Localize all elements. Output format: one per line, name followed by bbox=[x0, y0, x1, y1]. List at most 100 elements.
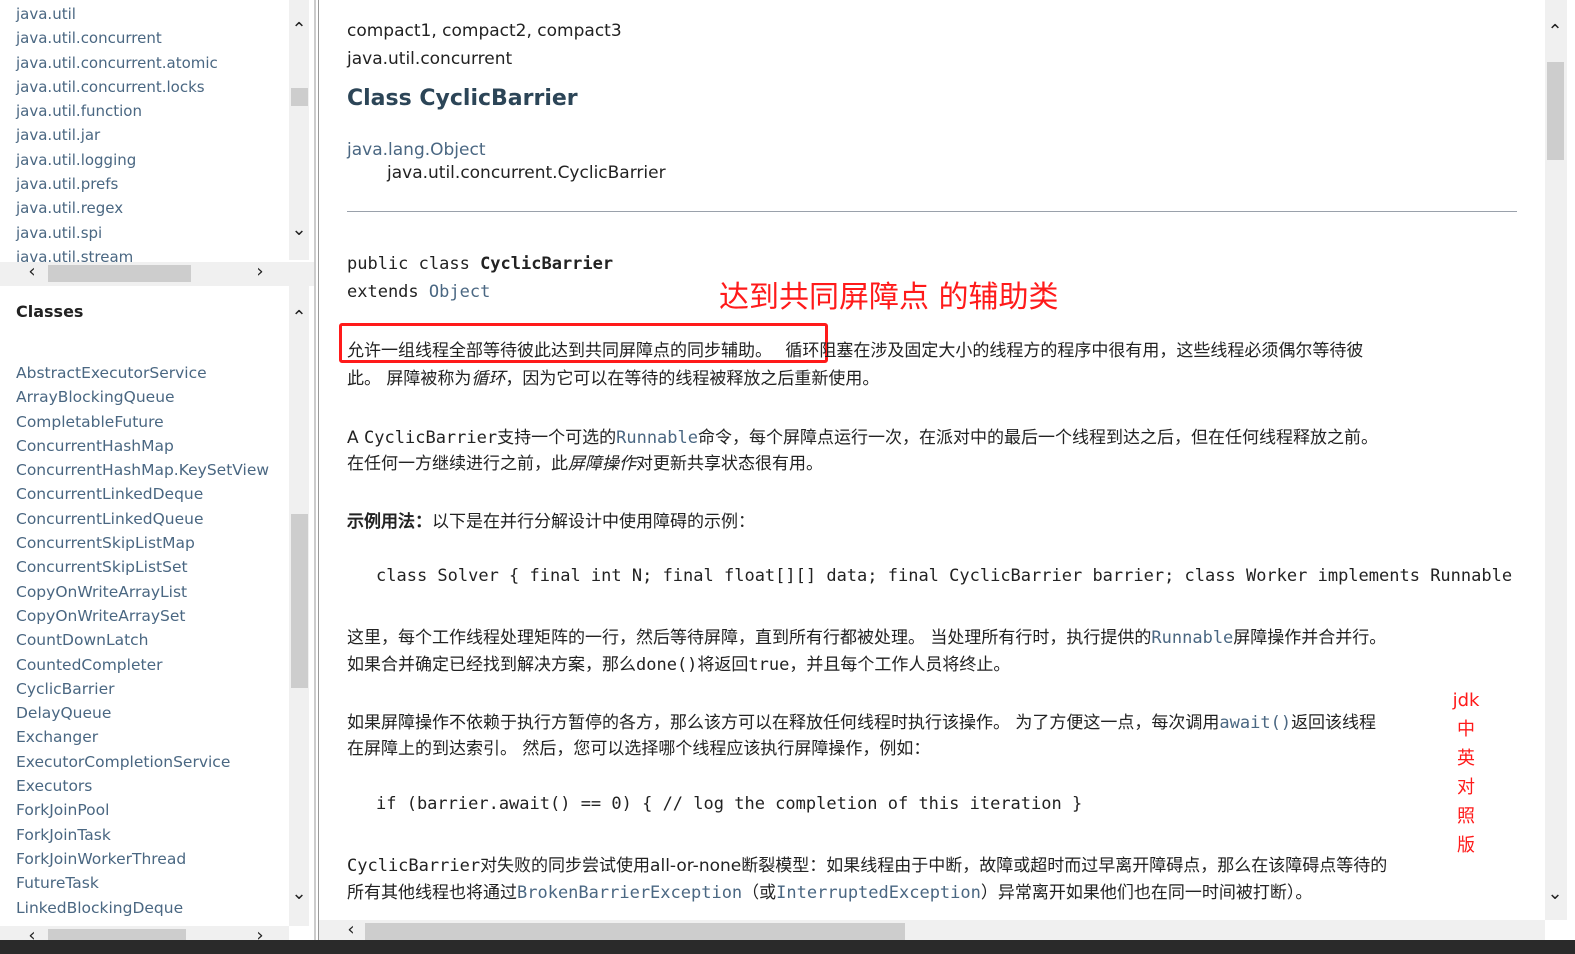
packages-vertical-scrollbar[interactable]: ⌃ ⌄ bbox=[289, 0, 309, 260]
class-signature: public class CyclicBarrier bbox=[347, 254, 613, 274]
side-label-char: 英 bbox=[1457, 748, 1475, 769]
package-link[interactable]: java.util bbox=[16, 2, 218, 26]
description-text: （或 bbox=[742, 883, 777, 903]
class-link[interactable]: ConcurrentSkipListMap bbox=[16, 531, 269, 555]
side-label-char: jdk bbox=[1452, 690, 1480, 711]
package-link[interactable]: java.util.stream bbox=[16, 245, 218, 262]
class-link[interactable]: ArrayBlockingQueue bbox=[16, 385, 269, 409]
runnable-link[interactable]: Runnable bbox=[616, 428, 698, 448]
class-link[interactable]: AbstractExecutorService bbox=[16, 361, 269, 385]
package-link[interactable]: java.util.regex bbox=[16, 196, 218, 220]
scrollbar-thumb[interactable] bbox=[291, 88, 308, 106]
runnable-link[interactable]: Runnable bbox=[1151, 628, 1233, 648]
class-link[interactable]: ConcurrentLinkedQueue bbox=[16, 507, 269, 531]
profiles-label: compact1, compact2, compact3 bbox=[347, 21, 622, 41]
side-label-char: 对 bbox=[1457, 777, 1475, 798]
scroll-left-icon[interactable]: ‹ bbox=[22, 262, 42, 282]
scrollbar-thumb[interactable] bbox=[291, 514, 308, 688]
package-link[interactable]: java.util.spi bbox=[16, 221, 218, 245]
signature-class-name: CyclicBarrier bbox=[480, 254, 614, 274]
description-text: 如果屏障操作不依赖于执行方暂停的各方，那么该方可以在释放任何线程时执行该操作。 … bbox=[347, 713, 1220, 733]
main-vertical-scrollbar[interactable]: ⌃ ⌄ bbox=[1545, 0, 1567, 920]
code-example-1: class Solver { final int N; final float[… bbox=[376, 566, 1513, 586]
scrollbar-thumb[interactable] bbox=[48, 265, 191, 282]
package-link[interactable]: java.util.prefs bbox=[16, 172, 218, 196]
await-link[interactable]: await() bbox=[1219, 713, 1291, 733]
class-link[interactable]: CountDownLatch bbox=[16, 628, 269, 652]
package-link[interactable]: java.util.concurrent bbox=[16, 26, 218, 50]
scroll-up-icon[interactable]: ⌃ bbox=[289, 308, 309, 328]
example-usage-heading: 示例用法：以下是在并行分解设计中使用障碍的示例： bbox=[347, 507, 755, 532]
scrollbar-thumb[interactable] bbox=[365, 923, 905, 940]
classes-vertical-scrollbar[interactable]: ⌃ ⌄ bbox=[289, 286, 309, 926]
class-link[interactable]: CopyOnWriteArraySet bbox=[16, 604, 269, 628]
class-link[interactable]: Executors bbox=[16, 774, 269, 798]
highlighted-sentence: 允许一组线程全部等待彼此达到共同屏障点的同步辅助。 bbox=[347, 341, 772, 361]
exception-link[interactable]: InterruptedException bbox=[776, 883, 981, 903]
classes-frame: Classes AbstractExecutorService ArrayBlo… bbox=[0, 286, 316, 954]
packages-horizontal-scrollbar[interactable]: ‹ › bbox=[0, 262, 316, 286]
class-link[interactable]: ConcurrentHashMap bbox=[16, 434, 269, 458]
main-horizontal-scrollbar[interactable]: ‹ bbox=[319, 920, 1545, 940]
exception-link[interactable]: BrokenBarrierException bbox=[517, 883, 742, 903]
annotation-side-label: jdk 中 英 对 照 版 bbox=[1451, 686, 1481, 860]
scroll-right-icon[interactable]: › bbox=[250, 262, 270, 282]
class-link[interactable]: ExecutorCompletionService bbox=[16, 750, 269, 774]
code-inline: CyclicBarrier bbox=[347, 856, 481, 876]
scroll-up-icon[interactable]: ⌃ bbox=[1545, 22, 1565, 42]
description-text: 这里，每个工作线程处理矩阵的一行，然后等待屏障，直到所有行都被处理。 当处理所有… bbox=[347, 628, 1152, 648]
superclass-link[interactable]: java.lang.Object bbox=[347, 140, 486, 160]
description-text: ）异常离开如果他们也在同一时间被打断）。 bbox=[980, 883, 1313, 903]
description-paragraph-5: 如果屏障操作不依赖于执行方暂停的各方，那么该方可以在释放任何线程时执行该操作。 … bbox=[347, 708, 1376, 733]
class-link[interactable]: DelayQueue bbox=[16, 701, 269, 725]
code-inline: done() bbox=[636, 655, 698, 675]
class-link[interactable]: ConcurrentLinkedDeque bbox=[16, 482, 269, 506]
scroll-down-icon[interactable]: ⌄ bbox=[289, 220, 309, 240]
class-link[interactable]: CountedCompleter bbox=[16, 653, 269, 677]
page-title: Class CyclicBarrier bbox=[347, 86, 578, 111]
class-link[interactable]: ForkJoinTask bbox=[16, 823, 269, 847]
class-list: AbstractExecutorService ArrayBlockingQue… bbox=[16, 361, 269, 920]
side-label-char: 版 bbox=[1457, 835, 1475, 856]
description-paragraph-1-line2: 此。 屏障被称为循环，因为它可以在等待的线程被释放之后重新使用。 bbox=[347, 364, 879, 389]
package-link[interactable]: java.util.concurrent.atomic bbox=[16, 51, 218, 75]
class-link[interactable]: Exchanger bbox=[16, 725, 269, 749]
class-link[interactable]: LinkedBlockingDeque bbox=[16, 896, 269, 920]
description-text: 命令，每个屏障点运行一次，在派对中的最后一个线程到达之后，但在任何线程释放之前。 bbox=[698, 428, 1378, 448]
inheritance-class: java.util.concurrent.CyclicBarrier bbox=[387, 163, 666, 183]
description-paragraph-4: 这里，每个工作线程处理矩阵的一行，然后等待屏障，直到所有行都被处理。 当处理所有… bbox=[347, 623, 1386, 648]
class-link[interactable]: ConcurrentHashMap.KeySetView bbox=[16, 458, 269, 482]
package-link[interactable]: java.util.logging bbox=[16, 148, 218, 172]
section-divider bbox=[347, 211, 1517, 212]
description-text: 支持一个可选的 bbox=[497, 428, 617, 448]
description-paragraph-4-line2: 如果合并确定已经找到解决方案，那么done()将返回true，并且每个工作人员将… bbox=[347, 650, 1010, 675]
side-label-char: 中 bbox=[1457, 719, 1475, 740]
description-paragraph-2-line2: 在任何一方继续进行之前，此屏障操作对更新共享状态很有用。 bbox=[347, 449, 823, 474]
scroll-down-icon[interactable]: ⌄ bbox=[1545, 884, 1565, 904]
object-link[interactable]: Object bbox=[429, 282, 490, 302]
taskbar-strip bbox=[0, 940, 1575, 954]
class-link[interactable]: ConcurrentSkipListSet bbox=[16, 555, 269, 579]
class-link[interactable]: CopyOnWriteArrayList bbox=[16, 580, 269, 604]
class-link[interactable]: CompletableFuture bbox=[16, 410, 269, 434]
package-link[interactable]: java.util.function bbox=[16, 99, 218, 123]
package-link[interactable]: java.util.concurrent.locks bbox=[16, 75, 218, 99]
scroll-left-icon[interactable]: ‹ bbox=[341, 920, 361, 940]
description-text: 以下是在并行分解设计中使用障碍的示例： bbox=[432, 512, 755, 532]
description-text: 所有其他线程也将通过 bbox=[347, 883, 517, 903]
description-text: 返回该线程 bbox=[1291, 713, 1377, 733]
class-link[interactable]: CyclicBarrier bbox=[16, 677, 269, 701]
code-inline: true bbox=[748, 655, 790, 675]
description-text: 此。 屏障被称为 bbox=[347, 369, 472, 389]
scroll-down-icon[interactable]: ⌄ bbox=[289, 884, 309, 904]
package-link[interactable]: java.util.jar bbox=[16, 123, 218, 147]
code-inline: CyclicBarrier bbox=[364, 428, 498, 448]
bold-label: 示例用法： bbox=[347, 512, 432, 532]
scrollbar-thumb[interactable] bbox=[1547, 62, 1564, 160]
class-link[interactable]: ForkJoinWorkerThread bbox=[16, 847, 269, 871]
class-link[interactable]: ForkJoinPool bbox=[16, 798, 269, 822]
annotation-heading: 达到共同屏障点 的辅助类 bbox=[719, 280, 1059, 315]
class-link[interactable]: FutureTask bbox=[16, 871, 269, 895]
description-text: 屏障操作并合并行。 bbox=[1233, 628, 1387, 648]
scroll-up-icon[interactable]: ⌃ bbox=[289, 20, 309, 40]
